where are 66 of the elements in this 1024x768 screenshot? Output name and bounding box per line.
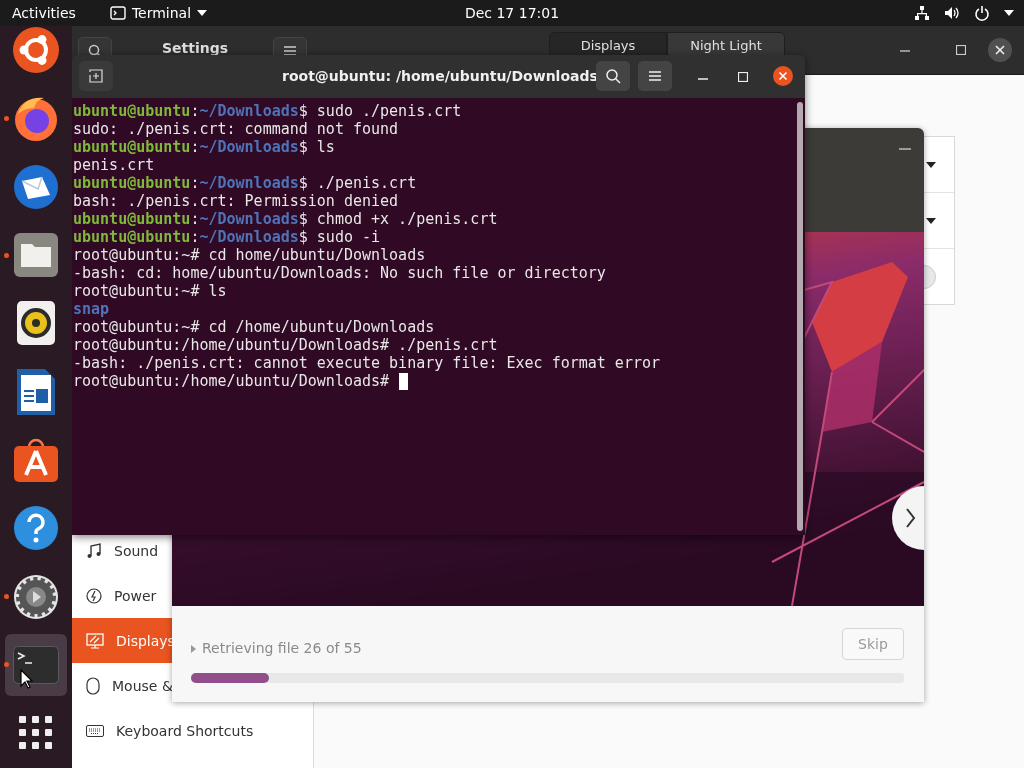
activities-button[interactable]: Activities [12,5,76,21]
network-icon[interactable] [914,5,930,21]
caret-icon[interactable] [1004,10,1014,16]
terminal-line: ubuntu@ubuntu:~/Downloads$ sudo -i [73,228,381,246]
terminal-line: root@ubuntu:~# cd home/ubuntu/Downloads [73,246,426,264]
app-grid-icon[interactable] [19,716,53,751]
document-icon[interactable] [17,368,55,415]
dropdown-caret-icon[interactable] [926,217,936,224]
plus-icon [89,69,103,83]
status-text: Retrieving file 26 of 55 [202,640,362,656]
terminal-icon[interactable] [13,645,59,684]
sidebar-item[interactable]: Sound [72,528,313,573]
close-icon[interactable] [773,66,793,86]
sidebar-item[interactable]: Power [72,573,313,618]
volume-icon[interactable] [944,5,960,21]
terminal-line: ubuntu@ubuntu:~/Downloads$ ls [73,138,335,156]
terminal-line: ubuntu@ubuntu:~/Downloads$ chmod +x ./penis.crt [73,210,498,228]
sidebar-item[interactable]: Mouse & [72,663,313,708]
music-note-icon [86,542,102,559]
window-title: Settings [162,40,229,56]
menu-icon [649,71,661,81]
shopping-bag-icon[interactable] [13,436,59,483]
search-icon [88,44,102,58]
terminal-line: -bash: cd: home/ubuntu/Downloads: No such file or directory [73,264,606,282]
close-icon[interactable] [988,38,1012,62]
clock[interactable]: Dec 17 17:01 [464,5,560,21]
terminal-line: sudo: ./penis.crt: command not found [73,120,399,138]
caret-icon [197,10,208,16]
terminal-line: ubuntu@ubuntu:~/Downloads$ ./penis.crt [73,174,417,192]
lightning-icon [86,587,102,604]
minimize-icon[interactable] [899,147,911,151]
ubuntu-logo-icon[interactable] [12,26,60,75]
terminal-line: penis.crt [73,156,155,174]
search-button[interactable] [596,61,630,91]
terminal-line: root@ubuntu:~# cd /home/ubuntu/Downloads [73,318,435,336]
gear-icon[interactable] [13,573,59,620]
search-icon [605,68,621,84]
window-title: root@ubuntu: /home/ubuntu/Downloads [282,68,598,84]
terminal-line: snap [73,300,110,318]
menu-button[interactable] [638,61,672,91]
dock-highlight[interactable] [5,633,67,696]
chevron-right-icon [906,508,916,528]
mouse-pointer-icon [20,669,34,689]
power-icon[interactable] [974,5,990,21]
sidebar-item[interactable]: Keyboard Shortcuts [72,708,313,753]
display-icon [86,632,104,649]
mouse-icon [86,676,100,695]
terminal-line: root@ubuntu:/home/ubuntu/Downloads# [73,372,390,390]
keyboard-icon [86,724,104,737]
menu-icon [284,46,296,56]
speaker-icon[interactable] [17,301,55,346]
terminal-line: -bash: ./penis.crt: cannot execute binary file: Exec format error [73,354,660,372]
folder-icon[interactable] [13,232,59,279]
terminal-line: root@ubuntu:/home/ubuntu/Downloads# ./penis.crt [73,336,498,354]
help-icon[interactable] [13,505,59,552]
expander-icon[interactable] [191,645,196,653]
terminal-icon [109,6,126,20]
new-tab-button[interactable] [79,61,113,91]
terminal-line: ubuntu@ubuntu:~/Downloads$ sudo ./penis.crt [73,102,462,120]
dropdown-caret-icon[interactable] [926,161,936,168]
terminal-line: root@ubuntu:~# ls [73,282,227,300]
terminal-line: bash: ./penis.crt: Permission denied [73,192,399,210]
maximize-icon[interactable] [956,45,966,55]
scrollbar[interactable] [797,102,803,531]
app-menu[interactable]: Terminal [131,5,192,21]
mail-icon[interactable] [12,162,60,211]
